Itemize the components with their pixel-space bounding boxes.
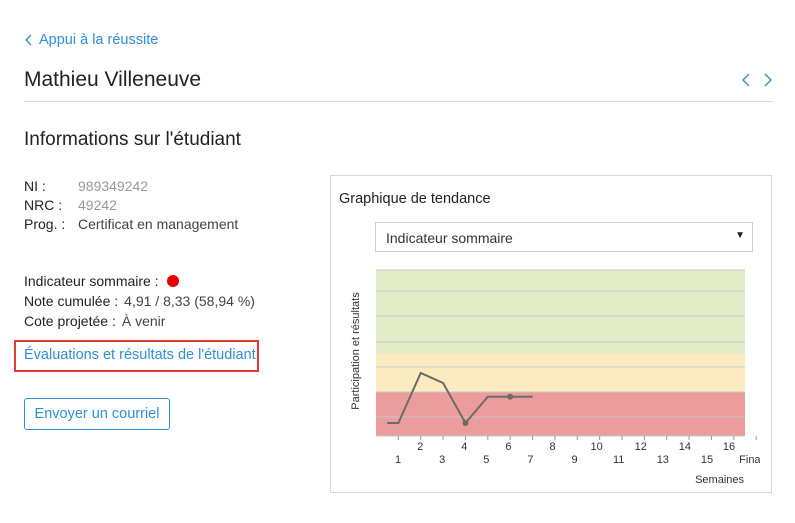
x-tick-label: 7 [527, 454, 533, 466]
info-value: 49242 [78, 197, 117, 213]
x-tick-label: 5 [483, 454, 489, 466]
info-value: 989349242 [78, 178, 149, 194]
chevron-left-icon [742, 73, 750, 87]
student-name: Mathieu Villeneuve [24, 68, 202, 91]
projected-row: Cote projetée : À venir [24, 311, 255, 331]
info-label: NRC : [24, 197, 63, 213]
x-tick-label: Final [739, 454, 760, 466]
indicator-label: Indicateur sommaire : [24, 273, 159, 289]
evaluations-link[interactable]: Évaluations et résultats de l'étudiant [24, 347, 256, 363]
x-tick-label: 3 [439, 454, 445, 466]
info-value: Certificat en management [78, 216, 239, 232]
zone-green [376, 270, 745, 354]
x-tick-label: 16 [723, 441, 735, 453]
trend-chart: 12345678910111213141516Final Participati… [350, 269, 760, 486]
indicator-row: Indicateur sommaire : [24, 271, 255, 291]
send-email-button[interactable]: Envoyer un courriel [24, 398, 170, 430]
x-tick-label: 14 [679, 441, 691, 453]
indicator-select[interactable]: Indicateur sommaire ▼ [375, 222, 753, 252]
projected-value: À venir [121, 313, 166, 329]
x-tick-label: 10 [591, 441, 603, 453]
projected-label: Cote projetée : [24, 313, 116, 329]
student-summary: Indicateur sommaire : Note cumulée : 4,9… [24, 271, 255, 331]
data-point [462, 420, 469, 426]
caret-down-icon: ▼ [735, 230, 745, 241]
cumulative-row: Note cumulée : 4,91 / 8,33 (58,94 %) [24, 291, 255, 311]
info-row-nrc: NRC : 49242 [24, 196, 238, 215]
back-link-label: Appui à la réussite [39, 32, 159, 48]
info-row-ni: NI : 989349242 [24, 177, 238, 196]
y-axis-label: Participation et résultats [350, 292, 362, 410]
x-tick-label: 13 [657, 454, 669, 466]
info-label: NI : [24, 178, 46, 194]
zone-red [376, 392, 745, 436]
x-axis-label: Semaines [695, 474, 744, 486]
indicator-select-value: Indicateur sommaire [386, 230, 513, 246]
x-tick-label: 2 [417, 441, 423, 453]
student-info: NI : 989349242 NRC : 49242 Prog. : Certi… [24, 177, 238, 234]
zone-yellow [376, 354, 745, 392]
section-title: Informations sur l'étudiant [24, 129, 241, 150]
chevron-left-icon [25, 34, 32, 46]
next-student-button[interactable] [763, 73, 773, 87]
x-tick-label: 8 [549, 441, 555, 453]
data-point [507, 393, 514, 400]
x-tick-label: 9 [572, 454, 578, 466]
back-link[interactable]: Appui à la réussite [24, 32, 158, 48]
x-tick-label: 4 [461, 441, 467, 453]
trend-chart-title: Graphique de tendance [339, 191, 491, 207]
x-tick-label: 11 [613, 454, 624, 466]
header-divider [24, 101, 773, 102]
chevron-right-icon [764, 73, 772, 87]
student-nav [741, 73, 773, 87]
info-label: Prog. : [24, 216, 66, 232]
previous-student-button[interactable] [741, 73, 751, 87]
cumulative-value: 4,91 / 8,33 (58,94 %) [124, 293, 255, 309]
x-tick-label: 6 [505, 441, 511, 453]
status-indicator-icon [166, 275, 179, 287]
info-row-program: Prog. : Certificat en management [24, 215, 238, 234]
x-tick-label: 15 [701, 454, 713, 466]
cumulative-label: Note cumulée : [24, 293, 119, 309]
x-tick-label: 12 [635, 441, 647, 453]
x-tick-label: 1 [395, 454, 401, 466]
